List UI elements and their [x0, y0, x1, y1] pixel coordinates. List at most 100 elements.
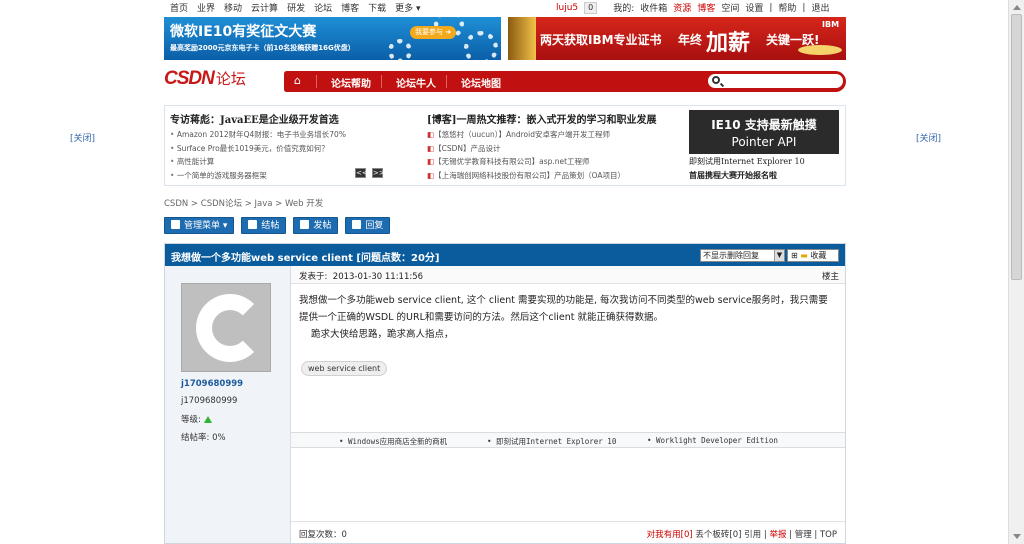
promo-headline[interactable]: 专访蒋彪：JavaEE是企业级开发首选 [170, 111, 420, 126]
button-label: 收藏 [810, 251, 827, 260]
list-item[interactable]: 【无锡优学教育科技有限公司】asp.net工程师 [427, 155, 687, 169]
banner-text: 两天获取IBM专业证书 [540, 33, 662, 47]
list-item[interactable]: 【悠悠村（uucun）】Android安卓客户端开发工程师 [427, 128, 687, 142]
nav-forum-help[interactable]: 论坛帮助 [331, 75, 371, 90]
my-label: 我的: [613, 4, 635, 14]
close-thread-button[interactable]: 结帖 [241, 217, 287, 234]
ie10-contest-banner[interactable]: 微软IE10有奖征文大赛 最高奖励2000元京东电子卡（前10名投稿获赠16G优… [164, 17, 501, 60]
topnav-more[interactable]: 更多 ▾ [395, 1, 420, 14]
nav-forum-map[interactable]: 论坛地图 [461, 75, 501, 90]
gear-icon [388, 39, 412, 60]
divider: | [769, 2, 773, 13]
home-icon[interactable]: ⌂ [294, 75, 306, 87]
help-link[interactable]: 帮助 [778, 1, 796, 14]
ie-ad-line2: Pointer API [731, 135, 797, 149]
rate-value: 0% [212, 433, 226, 443]
thread-header: 我想做一个多功能web service client [问题点数：20分] 不显… [165, 244, 845, 266]
ibm-cert-banner[interactable]: 两天获取IBM专业证书 年终 加薪 关键一跃! IBM [508, 17, 846, 60]
csdn-logo[interactable]: CSDN 论坛 [164, 68, 246, 90]
banner-title: 微软IE10有奖征文大赛 [170, 24, 317, 40]
topnav-cloud[interactable]: 云计算 [251, 1, 278, 14]
next-button[interactable]: >> [372, 168, 385, 178]
page-scrollbar[interactable] [1008, 0, 1024, 544]
list-item[interactable]: Amazon 2012财年Q4财报：电子书业务增长70% [170, 128, 420, 142]
topnav-forum[interactable]: 论坛 [314, 1, 332, 14]
username-link[interactable]: luju5 [556, 3, 578, 13]
scroll-thumb[interactable] [1011, 14, 1022, 280]
new-post-button[interactable]: 发帖 [293, 217, 339, 234]
post-tag[interactable]: web service client [301, 361, 388, 376]
blog-link[interactable]: 博客 [697, 1, 715, 14]
settings-link[interactable]: 设置 [745, 1, 763, 14]
button-label: 发帖 [313, 221, 332, 231]
thread-title: 我想做一个多功能web service client [问题点数：20分] [171, 253, 440, 264]
scroll-down-arrow[interactable] [1013, 534, 1021, 539]
search-input[interactable] [708, 74, 843, 88]
list-item[interactable]: 【上海瑞创网络科技股份有限公司】产品策划（OA项目） [427, 169, 687, 183]
topnav-industry[interactable]: 业界 [197, 1, 215, 14]
floor-label: 楼主 [821, 272, 839, 282]
reply-button[interactable]: 回复 [345, 217, 391, 234]
ibm-logo: IBM [822, 20, 840, 29]
prev-button[interactable]: << [355, 168, 368, 178]
top-nav-links: 首页 业界 移动 云计算 研发 论坛 博客 下载 更多 ▾ [170, 1, 430, 14]
space-link[interactable]: 空间 [721, 1, 739, 14]
divider [381, 75, 382, 88]
folder-icon: ▬ [800, 251, 808, 260]
reply-filter-select[interactable]: 不显示删除回复 ▼ [700, 249, 785, 262]
sponsored-link[interactable]: Worklight Developer Edition [647, 436, 778, 445]
rate-label: 结帖率: [181, 433, 210, 443]
promo-box: 专访蒋彪：JavaEE是企业级开发首选 Amazon 2012财年Q4财报：电子… [164, 105, 846, 186]
favorite-button[interactable]: ⊞ ▬ 收藏 [787, 249, 839, 262]
join-button[interactable]: 我要参与 ➜ [410, 26, 456, 39]
topnav-mobile[interactable]: 移动 [224, 1, 242, 14]
reply-icon [352, 220, 362, 229]
resources-link[interactable]: 资源 [673, 1, 691, 14]
manage-menu-button[interactable]: 管理菜单 ▾ [164, 217, 235, 234]
post-text: 跪求大侠给思路，跪求高人指点， [311, 329, 454, 340]
ie-ad-caption[interactable]: 即刻试用Internet Explorer 10 [689, 156, 805, 167]
author-name-link[interactable]: j1709680999 [181, 379, 243, 389]
coins-image [508, 17, 536, 60]
gear-icon [464, 31, 498, 60]
scroll-up-arrow[interactable] [1013, 5, 1021, 10]
close-left-ad[interactable]: [关闭] [70, 131, 95, 144]
message-count-badge[interactable]: 0 [584, 1, 598, 14]
useful-link[interactable]: 对我有用[0] [647, 530, 693, 540]
ctrip-ad-caption[interactable]: 首届携程大赛开始报名啦 [689, 170, 777, 181]
thread-container: 我想做一个多功能web service client [问题点数：20分] 不显… [164, 243, 846, 544]
list-item[interactable]: 【CSDN】产品设计 [427, 142, 687, 156]
sponsored-link[interactable]: Windows应用商店全新的商机 [339, 436, 447, 447]
post-footer: 回复次数：0 对我有用[0] 丢个板砖[0] 引用 | 举报 | 管理 | TO… [291, 521, 845, 543]
logout-link[interactable]: 退出 [811, 1, 829, 14]
promo-headline[interactable]: [博客]一周热文推荐：嵌入式开发的学习和职业发展 [427, 111, 687, 126]
topnav-home[interactable]: 首页 [170, 1, 188, 14]
inbox-link[interactable]: 收件箱 [640, 1, 667, 14]
topnav-dev[interactable]: 研发 [287, 1, 305, 14]
search-icon[interactable] [712, 76, 720, 84]
list-item[interactable]: Surface Pro最长1019美元，价值究竟如何？ [170, 142, 420, 156]
top-navbar: 首页 业界 移动 云计算 研发 论坛 博客 下载 更多 ▾ luju5 0 我的… [0, 0, 1008, 14]
close-right-ad[interactable]: [关闭] [916, 131, 941, 144]
nav-forum-experts[interactable]: 论坛牛人 [396, 75, 436, 90]
report-link[interactable]: 举报 [769, 530, 786, 540]
chevron-down-icon: ▼ [774, 250, 784, 261]
button-label: 结帖 [261, 221, 280, 231]
list-item[interactable]: 高性能计算 [170, 155, 420, 169]
button-label: 管理菜单 ▾ [184, 221, 228, 231]
topnav-blog[interactable]: 博客 [341, 1, 359, 14]
action-links[interactable]: | 管理 | TOP [786, 530, 837, 540]
logo-suffix: 论坛 [215, 70, 246, 88]
action-links[interactable]: 丢个板砖[0] 引用 | [695, 530, 769, 540]
document-icon [248, 220, 258, 229]
ie10-ad-image[interactable]: IE10 支持最新触摸 Pointer API [689, 110, 839, 154]
date-label: 发表于: [299, 272, 328, 282]
topnav-download[interactable]: 下载 [368, 1, 386, 14]
breadcrumb[interactable]: CSDN > CSDN论坛 > Java > Web 开发 [164, 197, 323, 209]
reply-count: 回复次数：0 [299, 530, 347, 540]
level-icon [203, 416, 212, 423]
sponsored-link[interactable]: 即刻试用Internet Explorer 10 [487, 436, 616, 447]
avatar[interactable] [181, 283, 271, 372]
forum-nav-bar: ⌂ 论坛帮助 论坛牛人 论坛地图 [284, 71, 846, 92]
author-close-rate: 结帖率: 0% [181, 431, 226, 443]
